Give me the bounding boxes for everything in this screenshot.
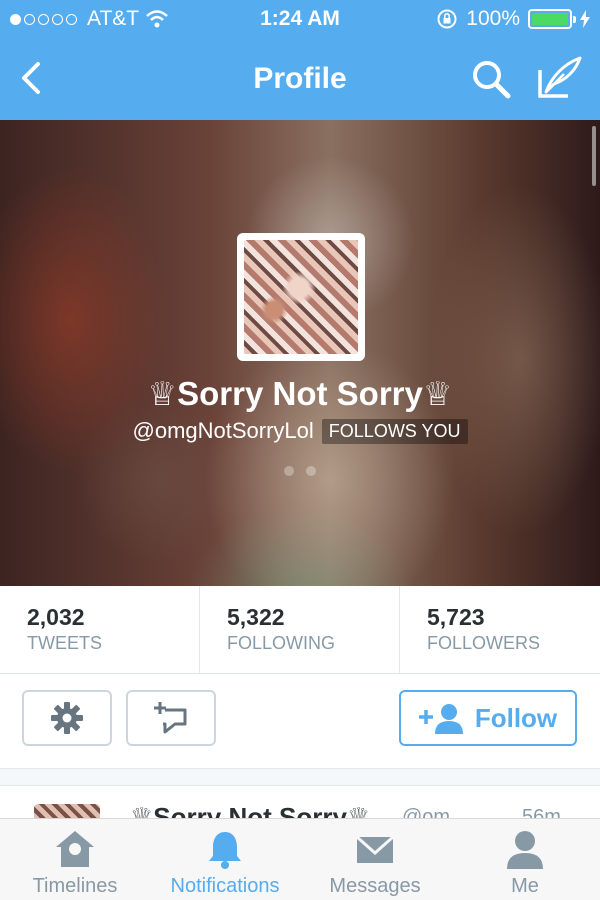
stat-following[interactable]: 5,322 FOLLOWING [200,586,400,673]
profile-stats: 2,032 TWEETS 5,322 FOLLOWING 5,723 FOLLO… [0,586,600,674]
tab-notifications[interactable]: Notifications [150,819,300,900]
stat-followers[interactable]: 5,723 FOLLOWERS [400,586,600,673]
gear-icon [51,702,83,734]
feed-separator [0,768,600,786]
tab-label: Notifications [170,875,280,897]
tab-bar: Timelines Notifications Messages Me [0,818,600,900]
stat-value: 5,322 [227,604,285,630]
person-icon [507,831,543,869]
stat-label: FOLLOWING [227,633,336,653]
display-name: ♕Sorry Not Sorry♕ [147,375,453,412]
tab-me[interactable]: Me [450,819,600,900]
tab-timelines[interactable]: Timelines [0,819,150,900]
settings-button[interactable] [22,690,112,746]
battery-percent: 100% [466,7,520,30]
stat-value: 2,032 [27,604,85,630]
nav-bar: Profile [0,40,600,120]
user-handle: @omgNotSorryLol [132,418,314,443]
search-icon[interactable] [470,58,512,100]
avatar-image [244,240,358,354]
stat-label: FOLLOWERS [427,633,541,653]
follow-button[interactable]: Follow [399,690,577,746]
follow-label: Follow [474,702,558,733]
direct-message-button[interactable] [126,690,216,746]
profile-banner: ♕Sorry Not Sorry♕ @omgNotSorryLol FOLLOW… [0,120,600,586]
stat-value: 5,723 [427,604,485,630]
rotation-lock-icon [437,9,457,29]
tab-label: Timelines [32,875,118,897]
envelope-icon [356,835,394,863]
page-indicator[interactable] [0,466,600,476]
tab-messages[interactable]: Messages [300,819,450,900]
scroll-indicator [592,126,596,186]
tab-label: Messages [329,875,421,897]
charging-icon [580,10,590,28]
stat-tweets[interactable]: 2,032 TWEETS [0,586,200,673]
bell-icon [209,832,241,869]
status-right: 100% [436,7,590,31]
page-dot [284,466,294,476]
compose-icon[interactable] [536,56,584,100]
home-icon [56,831,94,867]
profile-actions: Follow [0,674,600,768]
battery-icon [528,9,576,29]
reply-icon [154,702,187,734]
follows-you-badge: FOLLOWS YOU [321,418,468,444]
top-header: AT&T 1:24 AM 100% Profile [0,0,600,120]
page-dot [306,466,316,476]
tab-label: Me [511,875,539,897]
add-user-icon [418,704,463,734]
handle-row: @omgNotSorryLol FOLLOWS YOU [0,418,600,444]
status-bar: AT&T 1:24 AM 100% [0,0,600,38]
stat-label: TWEETS [27,633,102,653]
avatar[interactable] [237,233,365,361]
